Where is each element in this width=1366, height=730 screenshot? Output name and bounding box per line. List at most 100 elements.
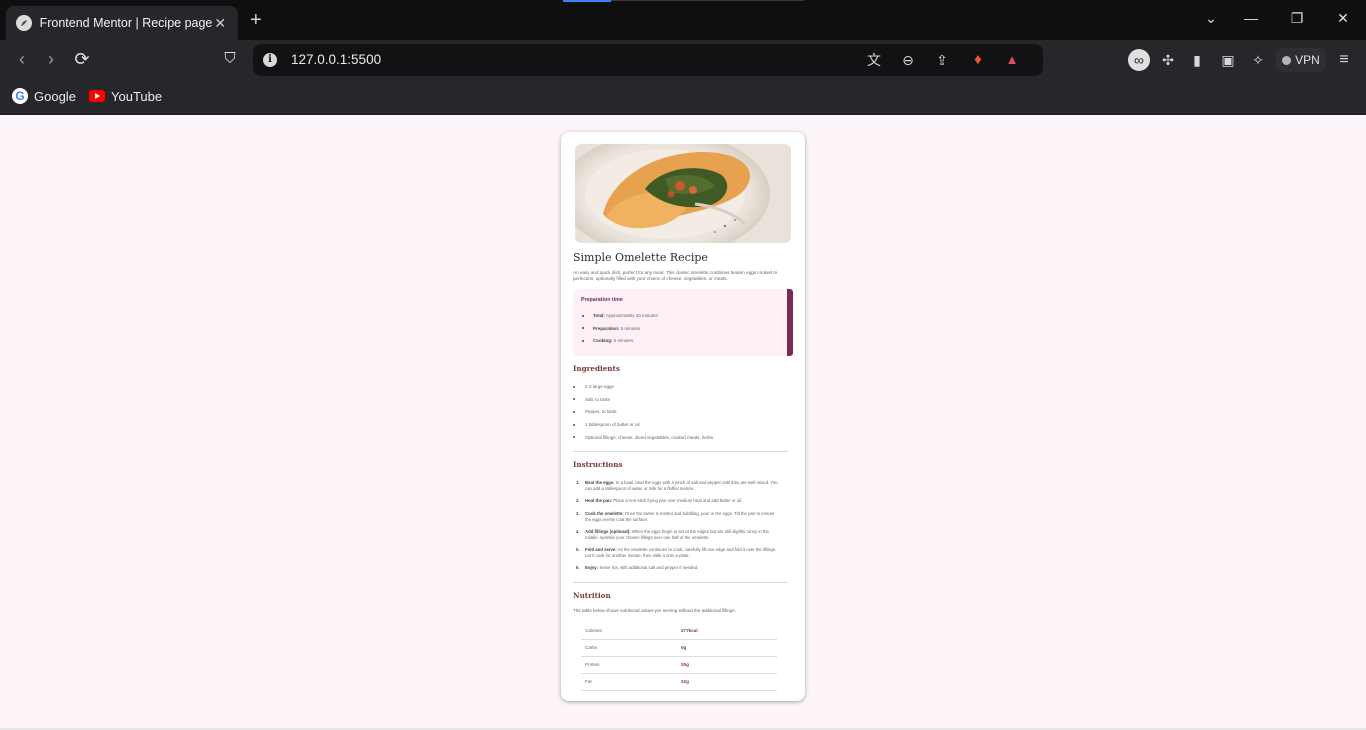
instruction-item: 5. Fold and serve: As the omelette contin…	[573, 547, 781, 565]
zoom-out-icon[interactable]: ⊖	[899, 51, 917, 69]
bookmark-youtube[interactable]: YouTube	[89, 87, 162, 105]
extensions-icon[interactable]: ✣	[1158, 51, 1178, 69]
instruction-number: 2.	[576, 498, 580, 503]
prep-item-label: Cooking:	[593, 338, 613, 343]
sidebar-icon[interactable]: ▮	[1187, 51, 1207, 69]
tab-strip-line	[611, 0, 804, 1]
instruction-text: Serve hot, with additional salt and pepp…	[599, 565, 699, 570]
section-divider	[573, 582, 788, 583]
table-row: Protein 20g	[581, 656, 777, 674]
vpn-button[interactable]: VPN	[1276, 48, 1326, 72]
share-icon[interactable]: ⇪	[933, 51, 951, 69]
nutrient-name: Fat	[581, 673, 681, 691]
instruction-item: 1. Beat the eggs: In a bowl, beat the egg…	[573, 480, 781, 498]
tab-search-icon[interactable]: ⌄	[1201, 10, 1221, 27]
new-tab-icon[interactable]: +	[250, 10, 262, 30]
minimize-icon[interactable]: —	[1241, 10, 1261, 26]
brave-shields-icon[interactable]: ♦	[969, 51, 987, 69]
table-row: Calories 277kcal	[581, 622, 777, 640]
close-tab-icon[interactable]: ✕	[212, 15, 228, 32]
prep-item: Cooking: 5 minutes	[581, 338, 658, 351]
vpn-status-icon	[1282, 55, 1292, 65]
instruction-item: 3. Cook the omelette: Once the butter is …	[573, 511, 781, 529]
ingredient-item: Salt, to taste	[573, 397, 713, 410]
prep-item: Preparation: 5 minutes	[581, 326, 658, 339]
reload-icon[interactable]: ⟳	[72, 50, 92, 70]
prep-item-value: 5 minutes	[613, 338, 634, 343]
sync-icon[interactable]: ∞	[1128, 49, 1150, 71]
prep-title: Preparation time	[581, 297, 623, 303]
bookmarks-bar: G Google YouTube	[0, 80, 1366, 115]
favicon-icon	[16, 15, 32, 31]
nutrient-name: Protein	[581, 656, 681, 674]
recipe-description: An easy and quick dish, perfect for any …	[573, 270, 778, 281]
ingredients-list: 2-3 large eggs Salt, to taste Pepper, to…	[573, 384, 713, 447]
instruction-number: 6.	[576, 565, 580, 570]
bookmark-icon[interactable]: ⛉	[220, 50, 240, 70]
instruction-item: 6. Enjoy: Serve hot, with additional salt…	[573, 565, 781, 575]
nutrition-title: Nutrition	[573, 591, 611, 600]
instruction-number: 4.	[576, 529, 580, 534]
prep-accent-bar	[787, 289, 793, 356]
youtube-icon	[89, 90, 105, 102]
browser-toolbar: ‹ › ⟳ ⛉ i 127.0.0.1:5500 文 ⊖ ⇪ ♦ ▲ ∞ ✣ ▮…	[0, 40, 1366, 80]
instruction-label: Beat the eggs:	[585, 480, 615, 485]
prep-item-value: 5 minutes	[620, 325, 641, 331]
instruction-number: 1.	[576, 480, 580, 485]
loading-indicator	[563, 0, 611, 2]
wallet-icon[interactable]: ▣	[1218, 51, 1238, 69]
google-icon: G	[12, 88, 28, 104]
instruction-number: 5.	[576, 547, 580, 552]
prep-item: Total: Approximately 10 minutes	[581, 313, 658, 326]
prep-item-label: Preparation:	[593, 325, 620, 331]
prep-list: Total: Approximately 10 minutes Preparat…	[581, 313, 658, 351]
menu-icon[interactable]: ≡	[1334, 51, 1354, 69]
site-info-icon[interactable]: i	[263, 53, 277, 67]
nutrient-value: 277kcal	[681, 622, 777, 640]
bookmark-google[interactable]: G Google	[12, 87, 76, 105]
instruction-item: 2. Heat the pan: Place a non-stick frying…	[573, 498, 781, 511]
translate-icon[interactable]: 文	[865, 51, 883, 69]
prep-item-value: Approximately 10 minutes	[605, 313, 658, 318]
nutrient-value: 20g	[681, 656, 777, 674]
address-bar[interactable]: i 127.0.0.1:5500 文 ⊖ ⇪ ♦ ▲	[253, 44, 1043, 76]
bookmark-label: YouTube	[111, 88, 163, 104]
recipe-title: Simple Omelette Recipe	[573, 251, 708, 264]
close-window-icon[interactable]: ✕	[1333, 10, 1353, 27]
table-row: Carbs 0g	[581, 639, 777, 657]
restore-icon[interactable]: ❐	[1287, 10, 1307, 27]
brave-rewards-icon[interactable]: ▲	[1003, 51, 1021, 69]
instructions-list: 1. Beat the eggs: In a bowl, beat the egg…	[573, 480, 781, 575]
instructions-title: Instructions	[573, 460, 623, 469]
instruction-label: Fold and serve:	[585, 547, 617, 552]
vpn-label: VPN	[1295, 53, 1320, 67]
ingredients-title: Ingredients	[573, 364, 620, 373]
prep-item-label: Total:	[593, 313, 605, 318]
ingredient-item: Optional fillings: cheese, diced vegetab…	[573, 435, 713, 448]
recipe-card: Simple Omelette Recipe An easy and quick…	[561, 132, 805, 701]
instruction-label: Heat the pan:	[585, 498, 613, 503]
nutrition-description: The table below shows nutritional values…	[573, 608, 736, 613]
leo-ai-icon[interactable]: ✧	[1248, 51, 1268, 69]
nutrition-table: Calories 277kcal Carbs 0g Protein 20g Fat 22…	[581, 622, 777, 691]
instruction-label: Cook the omelette:	[585, 511, 624, 516]
instruction-number: 3.	[576, 511, 580, 516]
tab-title: Frontend Mentor | Recipe page	[39, 16, 213, 30]
bookmark-label: Google	[34, 88, 76, 104]
url-text[interactable]: 127.0.0.1:5500	[291, 52, 381, 67]
nutrient-name: Carbs	[581, 639, 681, 657]
tab-bar: Frontend Mentor | Recipe page ✕ + ⌄ — ❐ …	[0, 0, 1366, 40]
omelette-image	[575, 144, 791, 243]
forward-icon[interactable]: ›	[41, 50, 61, 70]
tab-recipe-page[interactable]: Frontend Mentor | Recipe page ✕	[6, 6, 238, 40]
instruction-label: Add fillings (optional):	[585, 529, 631, 534]
preparation-time-box: Preparation time Total: Approximately 10…	[573, 289, 793, 356]
ingredient-item: 2-3 large eggs	[573, 384, 713, 397]
back-icon[interactable]: ‹	[12, 50, 32, 70]
section-divider	[573, 451, 788, 452]
table-row: Fat 22g	[581, 673, 777, 691]
nutrient-value: 22g	[681, 673, 777, 691]
nutrient-value: 0g	[681, 639, 777, 657]
nutrient-name: Calories	[581, 622, 681, 640]
instruction-item: 4. Add fillings (optional): When the eggs…	[573, 529, 781, 547]
